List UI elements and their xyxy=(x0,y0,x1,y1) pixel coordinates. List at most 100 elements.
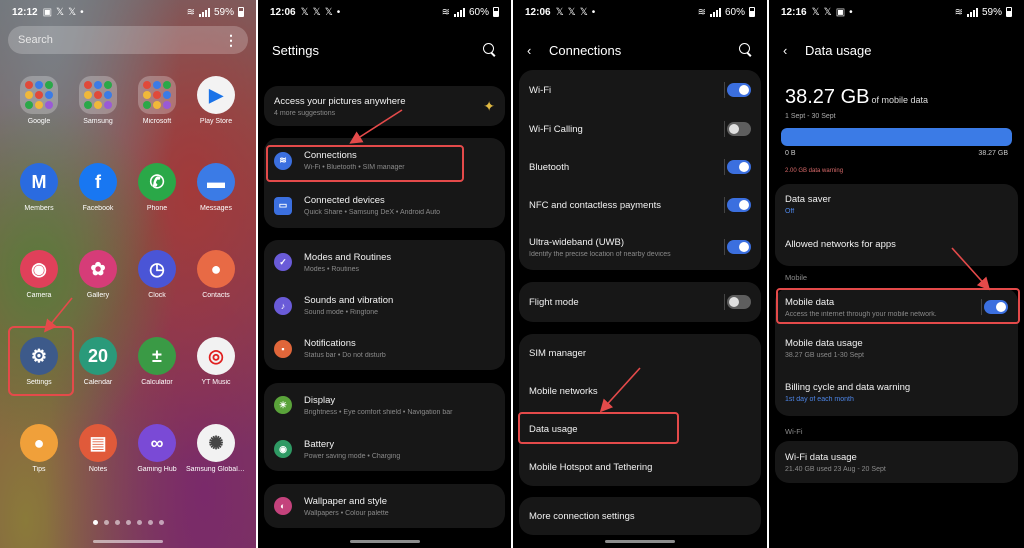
page-dot[interactable] xyxy=(103,520,109,525)
page-title: Settings xyxy=(272,42,319,58)
page-dot[interactable] xyxy=(147,520,153,525)
dot-icon: • xyxy=(849,6,853,18)
page-dot[interactable] xyxy=(125,520,131,525)
flight-mode-toggle[interactable] xyxy=(727,295,751,309)
data-usage-highlight-box xyxy=(518,412,679,444)
app-phone[interactable]: ✆ Phone xyxy=(127,163,187,212)
item-subtitle: Quick Share • Samsung DeX • Android Auto xyxy=(304,209,441,216)
home-gesture-bar[interactable] xyxy=(605,540,675,543)
x-notification-icon: 𝕏 xyxy=(68,6,77,18)
back-arrow-icon[interactable]: ‹ xyxy=(769,43,801,58)
bluetooth-toggle[interactable] xyxy=(727,160,751,174)
app-label: YT Music xyxy=(201,379,231,386)
app-notes[interactable]: ▤ Notes xyxy=(68,424,128,473)
data-amount-value: 38.27 GB xyxy=(785,86,870,108)
search-bar[interactable]: Search ⋮ xyxy=(8,26,248,54)
modes-routines-item[interactable]: ✓ Modes and Routines Modes • Routines xyxy=(264,240,505,284)
app-microsoft[interactable]: Microsoft xyxy=(127,76,187,125)
app-label: Clock xyxy=(148,292,166,299)
allowed-networks-item[interactable]: Allowed networks for apps xyxy=(775,224,1018,264)
flight-mode-item[interactable]: Flight mode xyxy=(519,282,761,322)
page-dot[interactable] xyxy=(114,520,120,525)
yt-music-icon: ◎ xyxy=(197,337,235,375)
more-connection-settings-item[interactable]: More connection settings xyxy=(519,497,761,535)
app-label: Phone xyxy=(146,205,168,212)
app-samsung[interactable]: Samsung xyxy=(68,76,128,125)
battery-icon xyxy=(238,7,244,17)
wifi-calling-item[interactable]: Wi-Fi Calling xyxy=(519,110,761,148)
sim-manager-item[interactable]: SIM manager xyxy=(519,334,761,372)
settings-header: Settings xyxy=(258,36,511,64)
app-messages[interactable]: ▬ Messages xyxy=(186,163,246,212)
nfc-toggle[interactable] xyxy=(727,198,751,212)
item-subtitle: Modes • Routines xyxy=(304,265,359,273)
wifi-icon: ≋ xyxy=(697,6,706,18)
app-clock[interactable]: ◷ Clock xyxy=(127,250,187,299)
app-camera[interactable]: ◉ Camera xyxy=(9,250,69,299)
data-saver-item[interactable]: Data saver Off xyxy=(775,184,1018,224)
page-dot[interactable] xyxy=(136,520,142,525)
signal-icon xyxy=(966,7,978,17)
hotspot-tethering-item[interactable]: Mobile Hotspot and Tethering xyxy=(519,448,761,486)
wifi-data-usage-item[interactable]: Wi-Fi data usage 21.40 GB used 23 Aug - 2… xyxy=(775,441,1018,483)
uwb-item[interactable]: Ultra-wideband (UWB) Identify the precise… xyxy=(519,224,761,270)
billing-cycle-item[interactable]: Billing cycle and data warning 1st day of… xyxy=(775,370,1018,414)
sounds-vibration-item[interactable]: ♪ Sounds and vibration Sound mode • Ringt… xyxy=(264,284,505,327)
display-item[interactable]: ☀ Display Brightness • Eye comfort shield… xyxy=(264,383,505,427)
app-contacts[interactable]: ● Contacts xyxy=(186,250,246,299)
app-facebook[interactable]: f Facebook xyxy=(68,163,128,212)
item-subtitle: 38.27 GB used 1-30 Sept xyxy=(785,351,864,359)
connected-devices-item[interactable]: ▭ Connected devices Quick Share • Samsung… xyxy=(264,183,505,228)
battery-icon xyxy=(749,7,755,17)
wifi-item[interactable]: Wi-Fi xyxy=(519,70,761,110)
mobile-networks-item[interactable]: Mobile networks xyxy=(519,372,761,410)
data-amount: 38.27 GB of mobile data xyxy=(785,86,928,109)
x-notification-icon: 𝕏 xyxy=(312,6,321,18)
wifi-calling-toggle[interactable] xyxy=(727,122,751,136)
app-label: Gaming Hub xyxy=(137,466,177,473)
search-icon[interactable] xyxy=(483,43,497,57)
wallpaper-style-item[interactable]: ◐ Wallpaper and style Wallpapers • Colour… xyxy=(264,484,505,528)
app-play-store[interactable]: ▶ Play Store xyxy=(186,76,246,125)
app-tips[interactable]: ● Tips xyxy=(9,424,69,473)
app-label: Microsoft xyxy=(142,118,172,125)
app-gaming-hub[interactable]: ∞ Gaming Hub xyxy=(127,424,187,473)
home-gesture-bar[interactable] xyxy=(93,540,163,543)
app-calendar[interactable]: 20 Calendar xyxy=(68,337,128,386)
app-label: Play Store xyxy=(199,118,233,125)
page-dot-active[interactable] xyxy=(92,520,98,525)
bluetooth-item[interactable]: Bluetooth xyxy=(519,148,761,186)
notifications-item[interactable]: ▪ Notifications Status bar • Do not distu… xyxy=(264,327,505,370)
x-notification-icon: 𝕏 xyxy=(324,6,333,18)
settings-group-2: ✓ Modes and Routines Modes • Routines ♪ S… xyxy=(264,240,505,370)
app-label: Members xyxy=(24,205,54,212)
usage-period: 1 Sept - 30 Sept xyxy=(785,113,836,120)
search-icon[interactable] xyxy=(739,43,753,57)
wifi-toggle[interactable] xyxy=(727,83,751,97)
battery-item[interactable]: ◉ Battery Power saving mode • Charging xyxy=(264,427,505,471)
signal-icon xyxy=(709,7,721,17)
suggestion-row[interactable]: Access your pictures anywhere 4 more sug… xyxy=(264,86,505,126)
app-members[interactable]: M Members xyxy=(9,163,69,212)
nfc-item[interactable]: NFC and contactless payments xyxy=(519,186,761,224)
app-google[interactable]: Google xyxy=(9,76,69,125)
home-gesture-bar[interactable] xyxy=(349,540,420,543)
section-header-wifi: Wi-Fi xyxy=(785,427,803,436)
app-label: Samsung Global Go... xyxy=(186,466,246,473)
app-samsung-global-go[interactable]: ✺ Samsung Global Go... xyxy=(186,424,246,473)
app-yt-music[interactable]: ◎ YT Music xyxy=(186,337,246,386)
uwb-toggle[interactable] xyxy=(727,240,751,254)
back-arrow-icon[interactable]: ‹ xyxy=(513,43,545,58)
app-gallery[interactable]: ✿ Gallery xyxy=(68,250,128,299)
suggestion-card[interactable]: Access your pictures anywhere 4 more sug… xyxy=(264,86,505,126)
page-dot[interactable] xyxy=(158,520,164,525)
camera-icon: ◉ xyxy=(20,250,58,288)
battery-percent: 60% xyxy=(468,6,489,18)
more-options-icon[interactable]: ⋮ xyxy=(224,32,238,49)
app-calculator[interactable]: ± Calculator xyxy=(127,337,187,386)
mobile-data-usage-item[interactable]: Mobile data usage 38.27 GB used 1-30 Sept xyxy=(775,326,1018,370)
status-time: 12:16 xyxy=(781,6,807,18)
wifi-icon: ≋ xyxy=(186,6,195,18)
palette-icon: ◐ xyxy=(274,497,292,515)
divider xyxy=(724,82,725,98)
